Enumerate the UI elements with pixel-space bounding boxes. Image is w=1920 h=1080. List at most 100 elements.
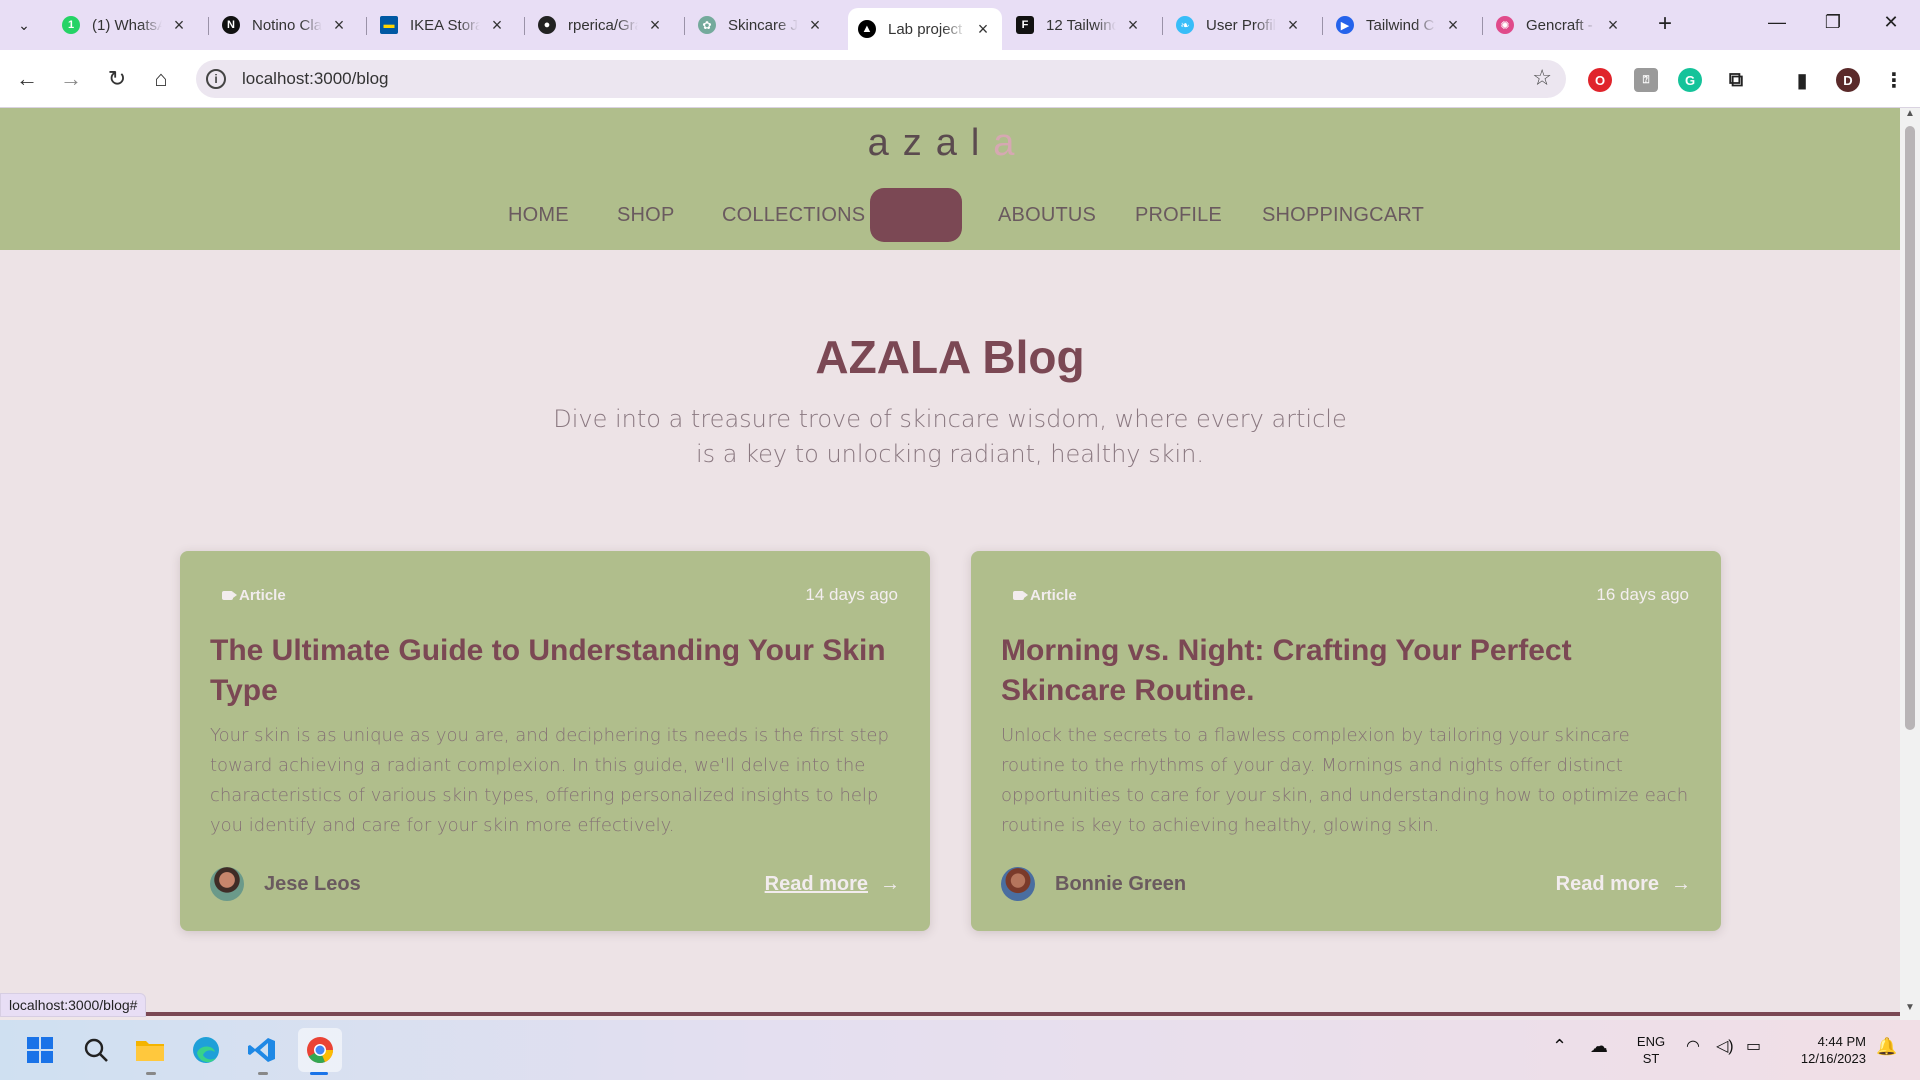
back-arrow-icon[interactable]: ← (12, 64, 42, 94)
browser-tab-strip: ⌄ 1 (1) WhatsApp × N Notino Claudie × ▬ … (0, 0, 1920, 50)
home-icon[interactable]: ⌂ (146, 64, 176, 94)
blog-subtitle: Dive into a treasure trove of skincare w… (553, 405, 1347, 468)
site-info-icon[interactable]: i (206, 69, 226, 89)
forward-arrow-icon[interactable]: → (56, 64, 86, 94)
browser-tab[interactable]: ✿ Skincare Jour × (688, 8, 834, 42)
nav-home[interactable]: HOME (508, 188, 569, 242)
windows-taskbar: ⌃ ☁ ENG ST ◠ ◁) ▭ 4:44 PM 12/16/2023 🔔 (0, 1020, 1920, 1080)
vscode-icon[interactable] (244, 1032, 280, 1068)
clock[interactable]: 4:44 PM 12/16/2023 (1782, 1033, 1866, 1067)
browser-tab[interactable]: N Notino Claudie × (212, 8, 358, 42)
input-language[interactable]: ENG ST (1634, 1033, 1668, 1067)
whatsapp-icon: 1 (62, 16, 80, 34)
nav-aboutus[interactable]: ABOUTUS (998, 188, 1096, 242)
vercel-icon: ▲ (858, 20, 876, 38)
scroll-up-icon[interactable]: ▲ (1900, 108, 1920, 124)
windows-start-icon[interactable] (22, 1032, 58, 1068)
article-tag: Article (222, 587, 286, 604)
main-nav: HOME SHOP COLLECTIONS ABOUTUS PROFILE SH… (0, 188, 1900, 242)
blog-title: AZALA Blog (815, 331, 1085, 383)
close-tab-icon[interactable]: × (1604, 15, 1622, 36)
browser-tab[interactable]: 1 (1) WhatsApp × (52, 8, 198, 42)
scroll-thumb[interactable] (1905, 126, 1915, 730)
browser-tab[interactable]: ▶ Tailwind CSS × (1326, 8, 1472, 42)
author-name: Jese Leos (264, 872, 361, 895)
browser-tab[interactable]: F 12 Tailwind × (1006, 8, 1152, 42)
profile-avatar[interactable]: D (1836, 68, 1860, 92)
new-tab-plus-icon[interactable]: + (1652, 12, 1678, 38)
close-tab-icon[interactable]: × (806, 15, 824, 36)
close-tab-icon[interactable]: × (1124, 15, 1142, 36)
close-tab-icon[interactable]: × (170, 15, 188, 36)
onedrive-cloud-icon[interactable]: ☁ (1590, 1037, 1608, 1055)
f-icon: F (1016, 16, 1034, 34)
site-logo[interactable]: azala (0, 122, 1896, 165)
arrow-right-icon: → (1671, 873, 1691, 895)
post-author: Jese Leos (210, 867, 361, 901)
translate-extension-icon[interactable]: ⍰ (1634, 68, 1658, 92)
close-tab-icon[interactable]: × (1444, 15, 1462, 36)
edge-icon[interactable] (188, 1032, 224, 1068)
close-tab-icon[interactable]: × (488, 15, 506, 36)
grammarly-extension-icon[interactable]: G (1678, 68, 1702, 92)
post-title[interactable]: Morning vs. Night: Crafting Your Perfect… (1001, 631, 1691, 711)
side-panel-icon[interactable]: ▮ (1790, 68, 1814, 92)
nav-shop[interactable]: SHOP (617, 188, 674, 242)
file-explorer-icon[interactable] (132, 1032, 168, 1068)
close-tab-icon[interactable]: × (1284, 15, 1302, 36)
video-camera-icon (1013, 591, 1028, 600)
opera-extension-icon[interactable]: O (1588, 68, 1612, 92)
status-bar-url: localhost:3000/blog# (0, 993, 147, 1017)
post-excerpt: Unlock the secrets to a flawless complex… (1001, 725, 1689, 836)
page-viewport: azala HOME SHOP COLLECTIONS ABOUTUS PROF… (0, 108, 1900, 1016)
post-date: 14 days ago (805, 585, 898, 604)
nav-collections[interactable]: COLLECTIONS (722, 188, 865, 242)
chrome-icon[interactable] (298, 1028, 342, 1072)
browser-tab[interactable]: ❧ User Profile × (1166, 8, 1312, 42)
browser-tab[interactable]: ● rperica/Gra × (528, 8, 674, 42)
post-date: 16 days ago (1596, 585, 1689, 604)
tab-search-chevron-icon[interactable]: ⌄ (10, 12, 38, 38)
extensions-puzzle-icon[interactable]: ⧉ (1724, 68, 1748, 92)
post-title[interactable]: The Ultimate Guide to Understanding Your… (210, 631, 900, 711)
address-bar[interactable]: i localhost:3000/blog ☆ (196, 60, 1566, 98)
browser-tab[interactable]: ✺ Gencraft - × (1486, 8, 1632, 42)
footer-edge (0, 1012, 1900, 1016)
battery-icon[interactable]: ▭ (1746, 1038, 1761, 1055)
arrow-right-icon: → (880, 873, 900, 895)
reload-icon[interactable]: ↻ (102, 64, 132, 94)
volume-icon[interactable]: ◁) (1716, 1038, 1734, 1055)
browser-menu-icon[interactable]: ⋮ (1882, 68, 1906, 92)
site-header: azala HOME SHOP COLLECTIONS ABOUTUS PROF… (0, 108, 1900, 250)
close-window-icon[interactable]: ✕ (1876, 12, 1906, 36)
notification-bell-icon[interactable]: 🔔 (1876, 1038, 1897, 1055)
bookmark-star-icon[interactable]: ☆ (1532, 65, 1552, 91)
wifi-icon[interactable]: ◠ (1686, 1038, 1700, 1055)
post-author: Bonnie Green (1001, 867, 1186, 901)
video-camera-icon (222, 591, 237, 600)
notion-icon: N (222, 16, 240, 34)
octopus-icon: ✺ (1496, 16, 1514, 34)
nav-shoppingcart[interactable]: SHOPPINGCART (1262, 188, 1424, 242)
github-icon: ● (538, 16, 556, 34)
browser-tab-active[interactable]: ▲ Lab project × (848, 8, 1002, 50)
page-scrollbar[interactable]: ▲ ▼ (1900, 108, 1920, 1020)
close-tab-icon[interactable]: × (646, 15, 664, 36)
read-more-link[interactable]: Read more → (765, 873, 900, 896)
url-text[interactable]: localhost:3000/blog (242, 69, 389, 89)
close-tab-icon[interactable]: × (330, 15, 348, 36)
read-more-link[interactable]: Read more → (1556, 873, 1691, 896)
tray-chevron-up-icon[interactable]: ⌃ (1552, 1037, 1567, 1055)
restore-window-icon[interactable]: ❐ (1818, 12, 1848, 36)
scroll-down-icon[interactable]: ▼ (1900, 1002, 1920, 1018)
close-tab-icon[interactable]: × (974, 19, 992, 40)
nav-profile[interactable]: PROFILE (1135, 188, 1222, 242)
search-icon[interactable] (78, 1032, 114, 1068)
author-avatar (210, 867, 244, 901)
minimize-icon[interactable]: — (1762, 12, 1792, 36)
post-excerpt: Your skin is as unique as you are, and d… (210, 725, 889, 836)
ikea-icon: ▬ (380, 16, 398, 34)
nav-blog-active[interactable] (870, 188, 962, 242)
browser-toolbar: ← → ↻ ⌂ i localhost:3000/blog ☆ (0, 50, 1920, 108)
browser-tab[interactable]: ▬ IKEA Storage × (370, 8, 516, 42)
